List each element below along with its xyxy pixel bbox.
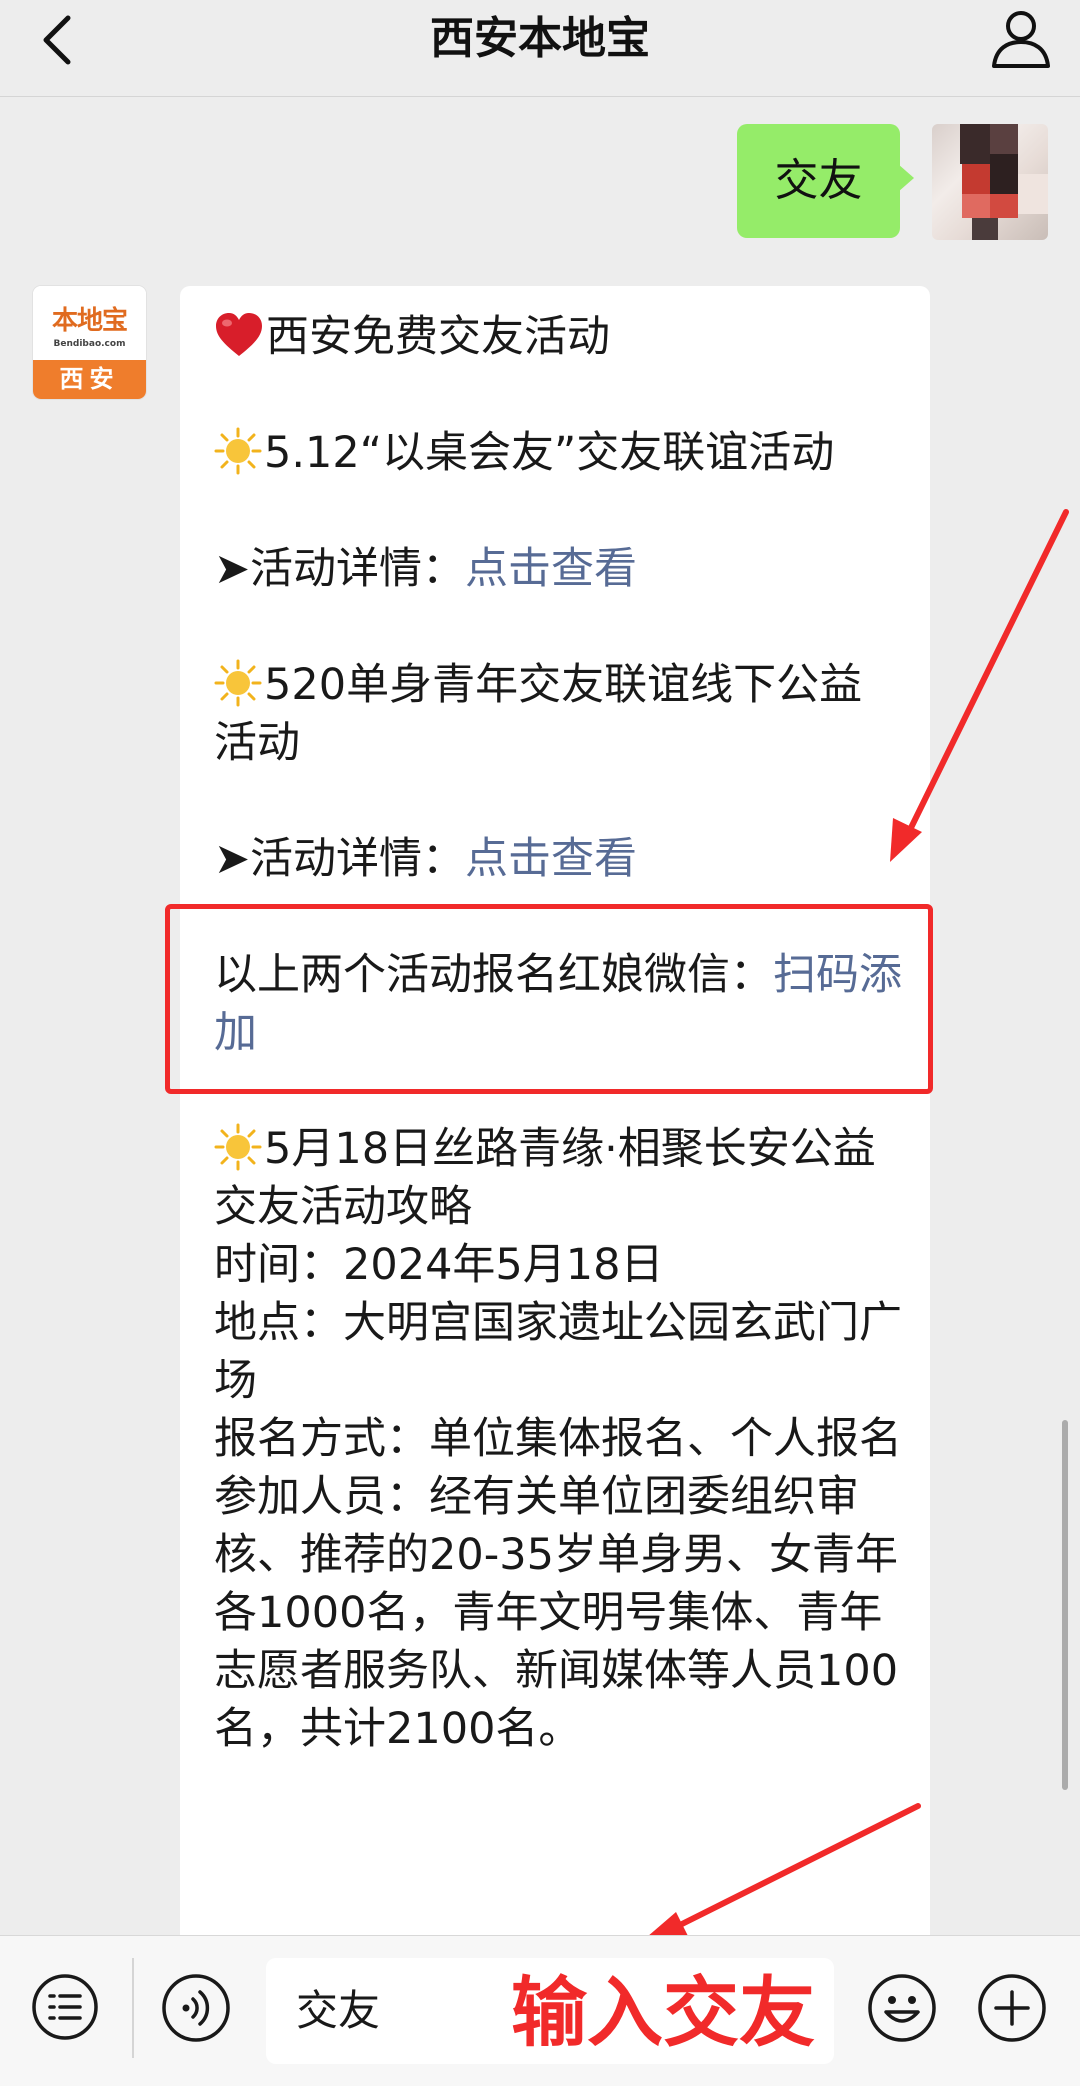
message-input-text: 交友 — [296, 1986, 381, 2035]
arrow-to-input — [640, 1803, 921, 1943]
emoji-icon[interactable] — [866, 1972, 938, 2044]
voice-icon[interactable] — [160, 1972, 232, 2044]
arrow-to-signup — [890, 509, 1069, 862]
annotation-arrows — [640, 509, 1069, 1943]
annotation-label: 输入交友 — [511, 1968, 815, 2057]
list-menu-icon[interactable] — [30, 1972, 100, 2042]
toolbar-divider — [132, 1958, 134, 2058]
message-input[interactable]: 交友 输入交友 — [266, 1958, 834, 2064]
input-toolbar: 交友 输入交友 — [0, 1935, 1080, 2086]
plus-icon[interactable] — [976, 1972, 1048, 2044]
scrollbar[interactable] — [1062, 1420, 1068, 1790]
